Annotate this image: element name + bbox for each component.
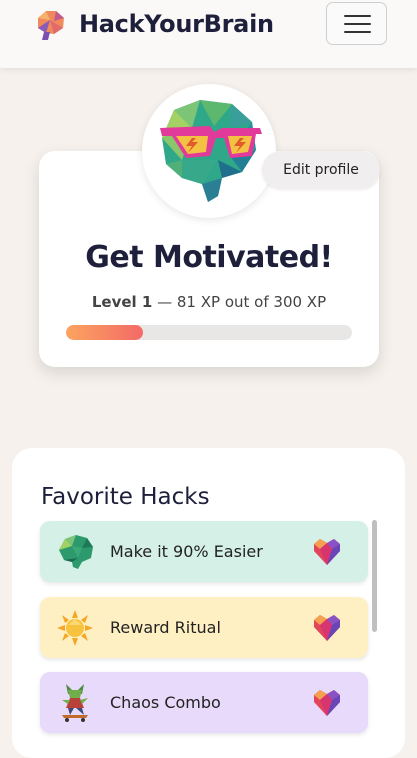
hack-item-make-it-easier[interactable]: Make it 90% Easier <box>40 521 368 582</box>
favorites-title: Favorite Hacks <box>41 484 210 510</box>
hack-label: Reward Ritual <box>110 618 221 637</box>
goblin-skater-icon <box>62 684 88 722</box>
brand-name[interactable]: HackYourBrain <box>79 10 274 38</box>
brain-with-sunglasses-icon <box>160 100 262 202</box>
hamburger-menu-icon <box>344 15 371 17</box>
hack-label: Make it 90% Easier <box>110 542 263 561</box>
xp-progress-bar <box>66 325 352 340</box>
hack-label: Chaos Combo <box>110 693 221 712</box>
xp-text: — 81 XP out of 300 XP <box>157 293 327 311</box>
brain-logo-icon[interactable] <box>32 8 68 42</box>
page-title: Get Motivated! <box>85 240 333 275</box>
heart-icon[interactable] <box>312 613 342 643</box>
level-text: Level 1 — 81 XP out of 300 XP <box>39 293 379 311</box>
xp-progress-fill <box>66 325 144 340</box>
level-label: Level 1 <box>91 293 153 311</box>
favorites-scrollbar[interactable] <box>372 520 377 632</box>
heart-icon[interactable] <box>312 537 342 567</box>
avatar <box>142 84 276 218</box>
sun-icon <box>57 610 93 646</box>
menu-button[interactable] <box>326 2 387 45</box>
heart-icon[interactable] <box>312 688 342 718</box>
app-header: HackYourBrain <box>0 0 417 68</box>
edit-profile-button[interactable]: Edit profile <box>262 151 380 189</box>
green-brain-icon <box>59 535 93 569</box>
hack-item-reward-ritual[interactable]: Reward Ritual <box>40 597 368 658</box>
hack-item-chaos-combo[interactable]: Chaos Combo <box>40 672 368 733</box>
